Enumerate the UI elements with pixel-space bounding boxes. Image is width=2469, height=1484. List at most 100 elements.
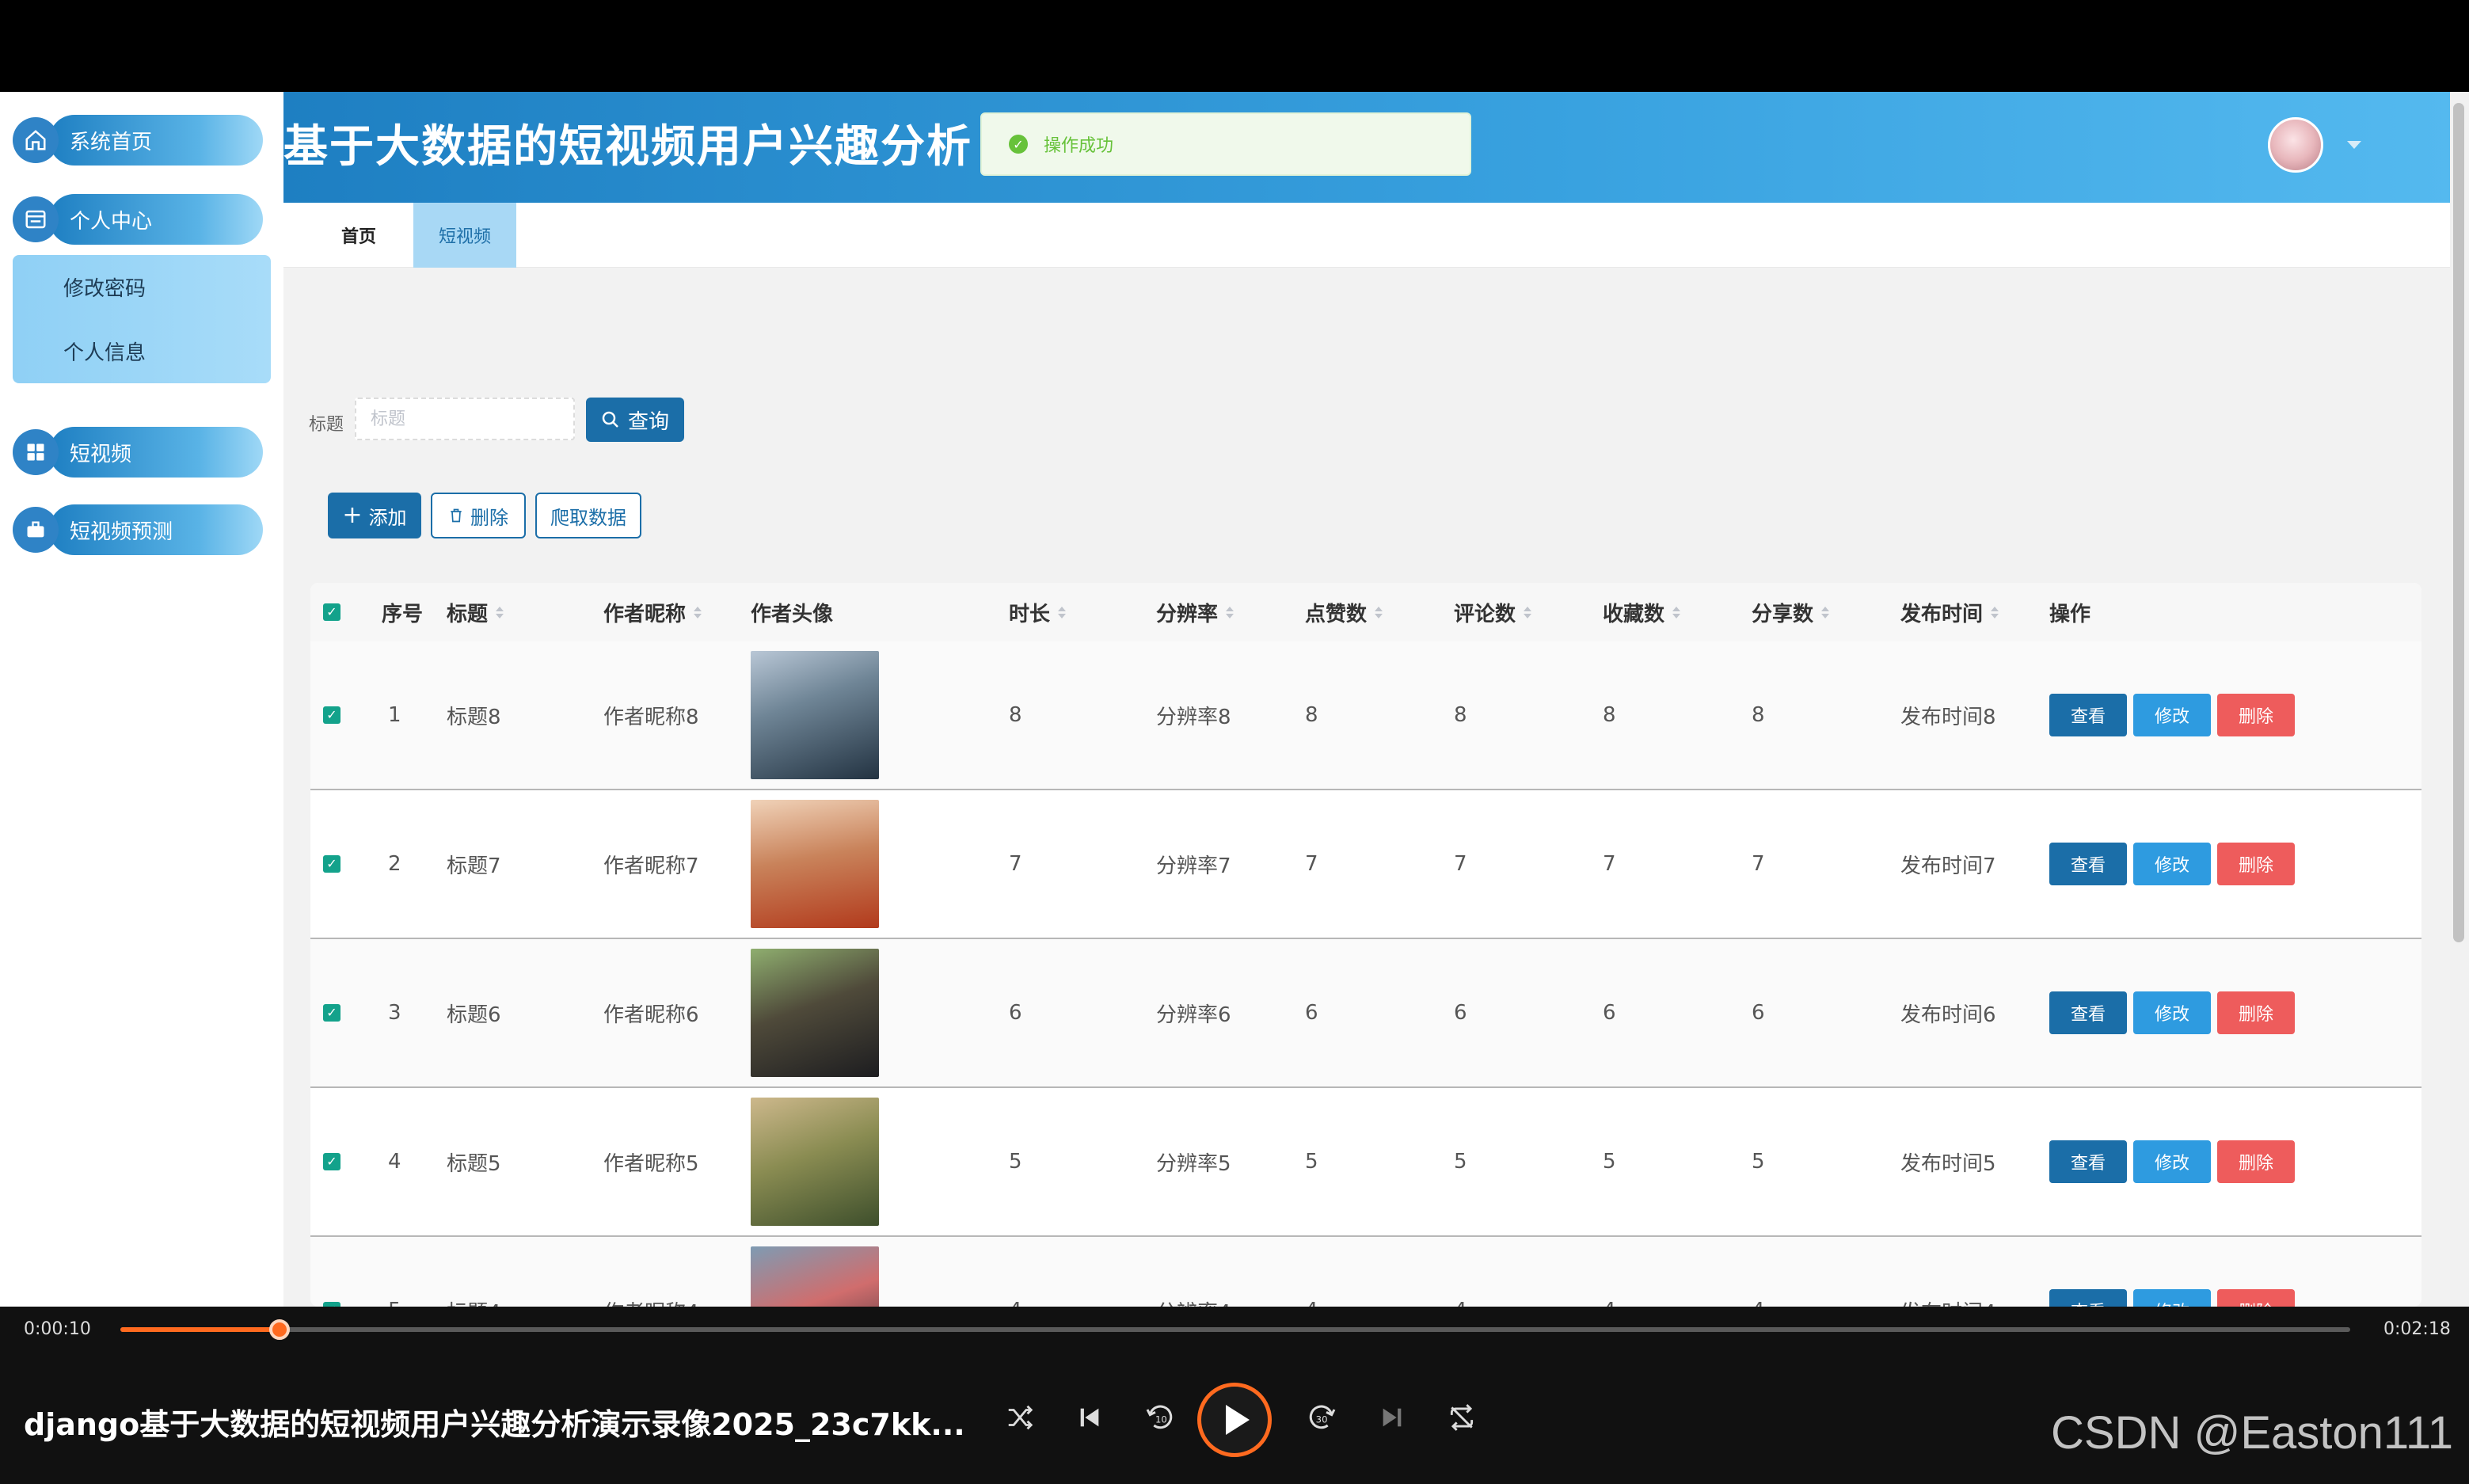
tab-short-video[interactable]: 短视频 — [413, 203, 516, 268]
cell-index: 3 — [388, 1001, 401, 1025]
delete-button[interactable]: 删除 — [2217, 1289, 2295, 1307]
row-checkbox[interactable]: ✓ — [323, 1088, 340, 1235]
sidebar-item-short-video[interactable]: 短视频 — [13, 426, 263, 478]
caret-down-icon[interactable] — [2347, 141, 2361, 149]
batch-delete-button[interactable]: 删除 — [431, 493, 526, 538]
sort-icon[interactable] — [1058, 606, 1067, 618]
column-header-shares[interactable]: 分享数 — [1752, 583, 1830, 641]
title-search-input[interactable] — [355, 398, 575, 440]
success-toast: ✓ 操作成功 — [980, 112, 1471, 176]
row-checkbox[interactable]: ✓ — [323, 790, 340, 938]
row-checkbox[interactable]: ✓ — [323, 1237, 340, 1307]
author-avatar-image[interactable] — [751, 800, 879, 928]
sort-icon[interactable] — [496, 606, 504, 618]
sort-icon[interactable] — [1226, 606, 1234, 618]
sort-icon[interactable] — [1375, 606, 1383, 618]
cell-resolution: 分辨率5 — [1156, 1151, 1231, 1176]
row-checkbox[interactable]: ✓ — [323, 939, 340, 1086]
view-button[interactable]: 查看 — [2049, 1289, 2127, 1307]
rewind-10-icon[interactable]: 10 — [1136, 1394, 1183, 1441]
cell-comments: 8 — [1454, 703, 1467, 727]
sort-icon[interactable] — [1672, 606, 1681, 618]
scrollbar-thumb[interactable] — [2453, 103, 2464, 942]
view-button[interactable]: 查看 — [2049, 694, 2127, 736]
author-avatar-image[interactable] — [751, 1098, 879, 1226]
cell-favorites: 6 — [1603, 1001, 1616, 1025]
edit-button[interactable]: 修改 — [2133, 1289, 2211, 1307]
cell-actions: 查看修改删除 — [2049, 790, 2301, 938]
select-all-checkbox[interactable]: ✓ — [323, 583, 340, 641]
cell-author-avatar — [751, 1237, 879, 1307]
submenu-item-profile[interactable]: 个人信息 — [13, 319, 271, 383]
search-icon — [602, 411, 618, 428]
column-header-resolution[interactable]: 分辨率 — [1156, 583, 1234, 641]
column-header-publish-time[interactable]: 发布时间 — [1900, 583, 1999, 641]
cell-actions: 查看修改删除 — [2049, 641, 2301, 789]
delete-button[interactable]: 删除 — [2217, 694, 2295, 736]
edit-button[interactable]: 修改 — [2133, 694, 2211, 736]
author-avatar-image[interactable] — [751, 651, 879, 779]
author-avatar-image[interactable] — [751, 1246, 879, 1307]
query-button[interactable]: 查询 — [586, 398, 684, 442]
avatar[interactable] — [2268, 117, 2323, 173]
vertical-scrollbar[interactable] — [2450, 92, 2469, 1307]
crawl-data-button[interactable]: 爬取数据 — [535, 493, 641, 538]
sidebar-item-home[interactable]: 系统首页 — [13, 114, 263, 166]
view-button[interactable]: 查看 — [2049, 991, 2127, 1034]
cell-resolution: 分辨率8 — [1156, 705, 1231, 729]
sort-icon[interactable] — [1991, 606, 1999, 618]
column-header-favorites[interactable]: 收藏数 — [1603, 583, 1681, 641]
author-avatar-image[interactable] — [751, 949, 879, 1077]
column-header-likes[interactable]: 点赞数 — [1305, 583, 1383, 641]
cell-author: 作者昵称7 — [603, 854, 699, 878]
add-button[interactable]: + 添加 — [328, 493, 421, 538]
delete-button[interactable]: 删除 — [2217, 1140, 2295, 1183]
cell-author: 作者昵称6 — [603, 1003, 699, 1027]
cell-favorites: 4 — [1603, 1237, 1616, 1307]
sidebar-item-short-video-prediction[interactable]: 短视频预测 — [13, 504, 263, 556]
cell-likes: 8 — [1305, 703, 1318, 727]
play-icon — [1226, 1405, 1250, 1435]
edit-button[interactable]: 修改 — [2133, 843, 2211, 885]
batch-delete-label: 删除 — [470, 506, 508, 529]
delete-button[interactable]: 删除 — [2217, 991, 2295, 1034]
cell-shares: 5 — [1752, 1150, 1765, 1174]
column-header-title[interactable]: 标题 — [447, 583, 504, 641]
progress-fill — [120, 1327, 281, 1332]
column-header-author[interactable]: 作者昵称 — [603, 583, 702, 641]
tab-home[interactable]: 首页 — [315, 203, 402, 268]
progress-knob[interactable] — [268, 1319, 290, 1340]
video-title: django基于大数据的短视频用户兴趣分析演示录像2025_23c7kk... — [24, 1407, 965, 1442]
play-button[interactable] — [1197, 1383, 1272, 1457]
cell-author-avatar — [751, 641, 879, 789]
shuffle-icon[interactable] — [996, 1394, 1044, 1441]
progress-track[interactable] — [120, 1327, 2350, 1332]
app-viewport: 系统首页 个人中心 修改密码 个人信息 短视频 短视频预测 基于大数据的短视频用… — [0, 92, 2469, 1307]
column-header-comments[interactable]: 评论数 — [1454, 583, 1532, 641]
cell-favorites: 8 — [1603, 703, 1616, 727]
view-button[interactable]: 查看 — [2049, 843, 2127, 885]
submenu-item-change-password[interactable]: 修改密码 — [13, 255, 271, 319]
table-row: ✓ 1 标题8 作者昵称8 8 分辨率8 8 8 8 8 发布时间8 查看 修改 删除 — [310, 641, 2421, 790]
edit-button[interactable]: 修改 — [2133, 1140, 2211, 1183]
cell-publish-time: 发布时间6 — [1900, 1003, 1996, 1027]
check-icon: ✓ — [323, 706, 340, 724]
sort-icon[interactable] — [1821, 606, 1830, 618]
next-icon[interactable] — [1368, 1394, 1416, 1441]
cell-title: 标题4 — [447, 1237, 501, 1307]
cell-publish-time: 发布时间8 — [1900, 705, 1996, 729]
previous-icon[interactable] — [1066, 1394, 1113, 1441]
repeat-icon[interactable] — [1438, 1394, 1486, 1441]
table-row: ✓ 3 标题6 作者昵称6 6 分辨率6 6 6 6 6 发布时间6 查看 修改 删除 — [310, 939, 2421, 1088]
view-button[interactable]: 查看 — [2049, 1140, 2127, 1183]
forward-30-icon[interactable]: 30 — [1299, 1394, 1346, 1441]
column-header-duration[interactable]: 时长 — [1009, 583, 1067, 641]
sort-icon[interactable] — [1524, 606, 1532, 618]
row-checkbox[interactable]: ✓ — [323, 641, 340, 789]
edit-button[interactable]: 修改 — [2133, 991, 2211, 1034]
table-row: ✓ 4 标题5 作者昵称5 5 分辨率5 5 5 5 5 发布时间5 查看 修改 删除 — [310, 1088, 2421, 1237]
delete-button[interactable]: 删除 — [2217, 843, 2295, 885]
sidebar-item-user-center[interactable]: 个人中心 — [13, 193, 263, 245]
sort-icon[interactable] — [694, 606, 702, 618]
cell-duration: 6 — [1009, 1001, 1022, 1025]
